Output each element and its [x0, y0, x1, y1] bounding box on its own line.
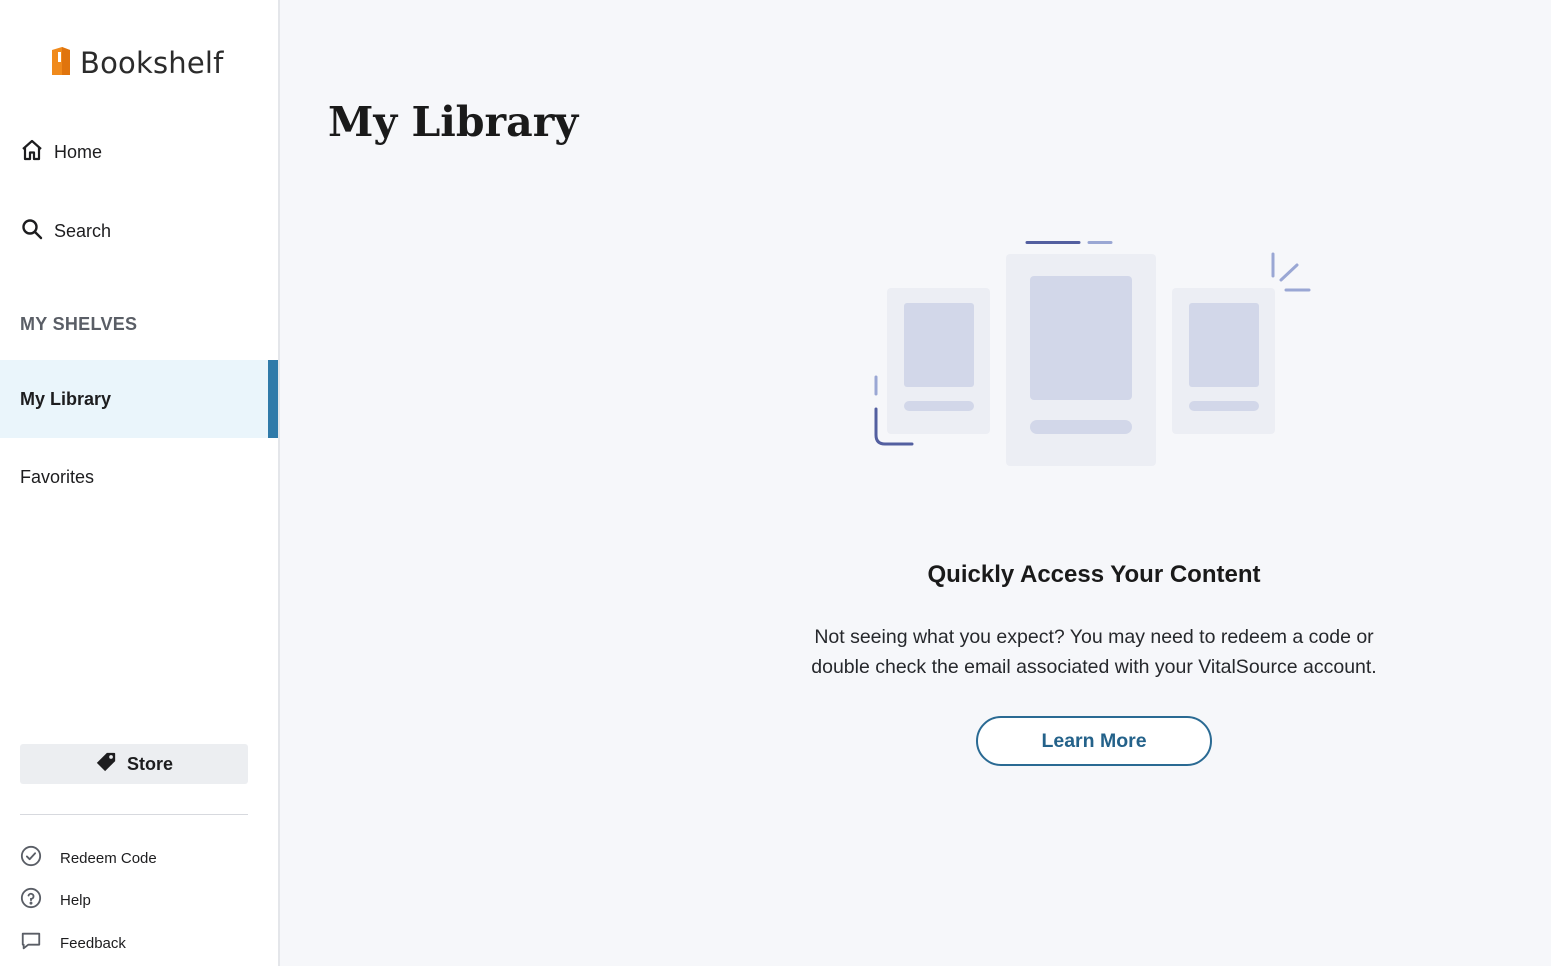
- chat-bubble-icon: [20, 930, 42, 956]
- redeem-code-link[interactable]: Redeem Code: [20, 845, 157, 871]
- check-circle-icon: [20, 845, 42, 871]
- nav-home-label: Home: [54, 142, 103, 162]
- empty-state-body: Not seeing what you expect? You may need…: [780, 622, 1408, 682]
- app-name: Bookshelf: [80, 45, 224, 80]
- empty-state-body-line2: double check the email associated with y…: [811, 656, 1377, 678]
- store-button-label: Store: [126, 753, 173, 774]
- redeem-code-label: Redeem Code: [60, 849, 157, 867]
- sidebar: Bookshelf Home Search MY SHELVES My Libr…: [0, 0, 280, 966]
- feedback-link[interactable]: Feedback: [20, 930, 126, 956]
- nav-search-label: Search: [54, 221, 112, 241]
- help-circle-icon: [20, 887, 42, 913]
- empty-state-heading: Quickly Access Your Content: [927, 561, 1261, 588]
- sidebar-divider: [20, 814, 248, 815]
- empty-state-body-line1: Not seeing what you expect? You may need…: [814, 626, 1374, 648]
- page-title: My Library: [328, 98, 579, 146]
- app-logo[interactable]: Bookshelf: [50, 44, 224, 81]
- help-link[interactable]: Help: [20, 887, 91, 913]
- bookshelf-logo-icon: [50, 44, 72, 81]
- shelf-my-library[interactable]: My Library: [0, 360, 278, 438]
- home-icon: [20, 138, 44, 167]
- tag-icon: [95, 751, 127, 778]
- learn-more-button[interactable]: Learn More: [976, 716, 1212, 766]
- shelf-favorites-label: Favorites: [20, 466, 95, 487]
- nav-search[interactable]: Search: [20, 217, 111, 246]
- shelf-my-library-label: My Library: [20, 388, 112, 409]
- nav-home[interactable]: Home: [20, 138, 102, 167]
- empty-library-illustration: [860, 232, 1320, 477]
- shelves-heading: MY SHELVES: [20, 314, 138, 334]
- search-icon: [20, 217, 44, 246]
- feedback-label: Feedback: [60, 934, 126, 952]
- store-button[interactable]: Store: [20, 744, 248, 784]
- help-label: Help: [60, 891, 91, 909]
- shelf-favorites[interactable]: Favorites: [0, 438, 278, 516]
